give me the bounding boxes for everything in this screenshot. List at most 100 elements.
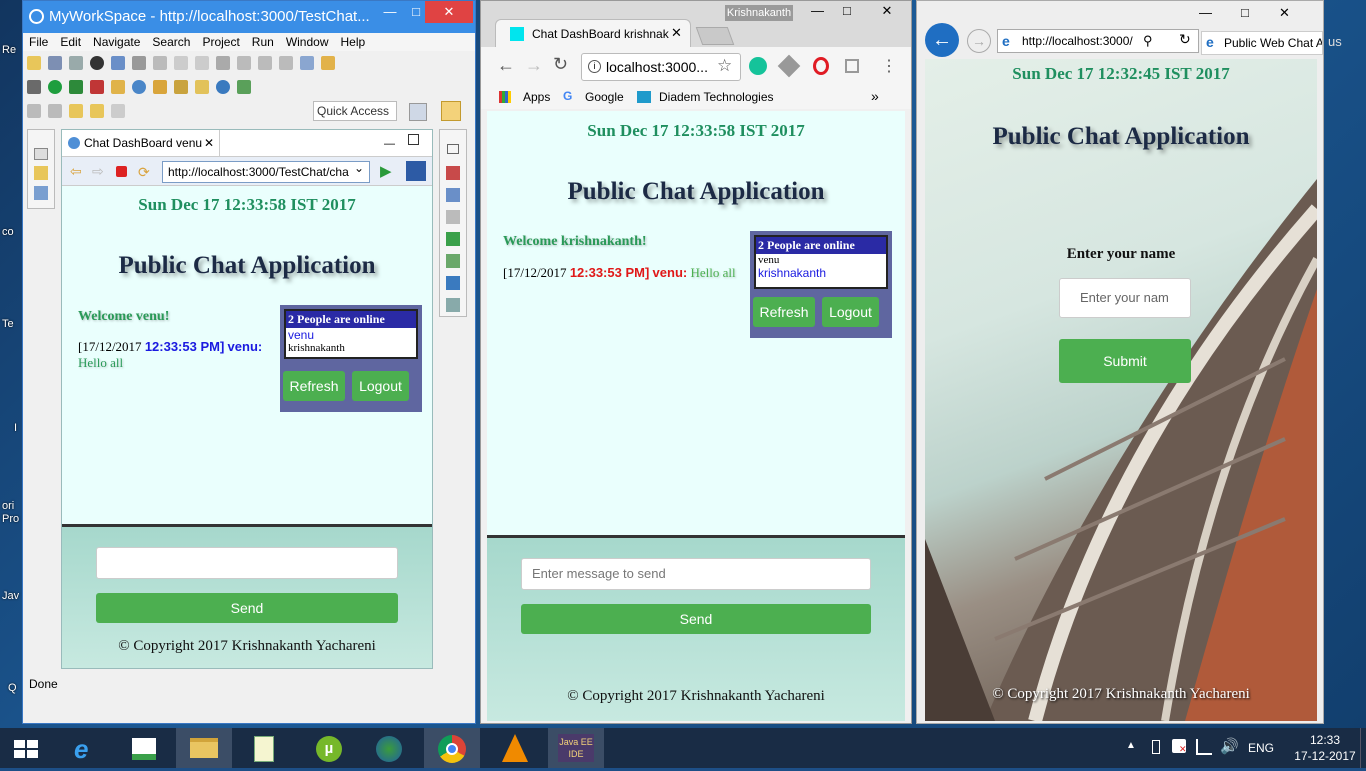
online-user[interactable]: krishnakanth: [756, 266, 886, 280]
console-view-icon[interactable]: [446, 276, 460, 290]
send-button[interactable]: Send: [521, 604, 871, 634]
logout-button[interactable]: Logout: [352, 371, 409, 401]
send-button[interactable]: Send: [96, 593, 398, 623]
profile-icon[interactable]: [90, 56, 104, 70]
open-external-icon[interactable]: [406, 161, 426, 181]
taskbar-ie[interactable]: e: [58, 728, 114, 768]
action-center-icon[interactable]: ✕: [1172, 739, 1187, 754]
desktop-icon-label[interactable]: I: [14, 422, 17, 434]
menu-file[interactable]: File: [23, 33, 54, 51]
restore-icon[interactable]: [447, 144, 459, 154]
new-class-icon[interactable]: [132, 80, 146, 94]
suspend-icon[interactable]: [174, 56, 188, 70]
network-icon[interactable]: [1196, 739, 1212, 755]
properties-icon[interactable]: [446, 188, 460, 202]
search-icon[interactable]: ⚲: [1143, 33, 1153, 49]
taskbar-notepadpp[interactable]: [236, 728, 292, 768]
quick-access-input[interactable]: Quick Access: [313, 101, 397, 121]
url-dropdown-icon[interactable]: ⌄: [354, 161, 364, 175]
bookmark-google[interactable]: Google: [585, 90, 624, 104]
desktop-icon-label[interactable]: Te: [2, 318, 14, 330]
snippets-icon[interactable]: [446, 254, 460, 268]
bookmark-diadem[interactable]: Diadem Technologies: [659, 90, 775, 104]
menu-kebab-icon[interactable]: ⋮: [881, 56, 897, 76]
forward-arrow-icon[interactable]: →: [525, 55, 543, 76]
desktop-icon-label[interactable]: ori Pro: [2, 500, 22, 526]
skip-breakpoints-icon[interactable]: [132, 56, 146, 70]
drop-frame-icon[interactable]: [300, 56, 314, 70]
desktop-icon-label[interactable]: Re: [2, 44, 16, 56]
minimize-button[interactable]: —: [1199, 5, 1212, 20]
next-annotation-icon[interactable]: [27, 104, 41, 118]
back-arrow-icon[interactable]: ←: [497, 55, 515, 76]
step-return-icon[interactable]: [279, 56, 293, 70]
online-user[interactable]: venu: [286, 328, 416, 342]
logout-button[interactable]: Logout: [822, 297, 879, 327]
servers-icon[interactable]: [446, 210, 460, 224]
web-browser-icon[interactable]: [216, 80, 230, 94]
eclipse-titlebar[interactable]: MyWorkSpace - http://localhost:3000/Test…: [23, 1, 475, 33]
close-button[interactable]: ✕: [867, 1, 907, 21]
console-icon[interactable]: [111, 56, 125, 70]
message-input[interactable]: Enter message to send: [521, 558, 871, 590]
open-task-icon[interactable]: [174, 80, 188, 94]
refresh-button[interactable]: Refresh: [283, 371, 345, 401]
taskbar-explorer[interactable]: [176, 728, 232, 768]
show-hidden-icons[interactable]: ▲: [1126, 740, 1136, 751]
browser-tab[interactable]: e Public Web Chat A: [1201, 31, 1323, 55]
minimize-button[interactable]: —: [811, 3, 824, 18]
apps-icon[interactable]: [499, 91, 511, 103]
browser-tab[interactable]: Chat DashBoard krishnak: [495, 19, 691, 47]
minimize-view-icon[interactable]: —: [384, 138, 395, 150]
back-icon[interactable]: [90, 104, 104, 118]
run-icon[interactable]: [48, 80, 62, 94]
go-icon[interactable]: ▶: [380, 162, 392, 180]
submit-button[interactable]: Submit: [1059, 339, 1191, 383]
url-input[interactable]: http://localhost:3000/TestChat/cha: [162, 161, 370, 183]
data-source-icon[interactable]: [446, 232, 460, 246]
editor-tab[interactable]: Chat DashBoard venu ✕: [62, 130, 220, 156]
markers-icon[interactable]: [446, 166, 460, 180]
problems-icon[interactable]: [446, 298, 460, 312]
restore-icon[interactable]: [34, 148, 48, 160]
refresh-button[interactable]: Refresh: [753, 297, 815, 327]
open-folder-icon[interactable]: [153, 80, 167, 94]
maximize-button[interactable]: □: [1241, 5, 1249, 20]
taskbar-idm[interactable]: [360, 728, 416, 768]
taskbar-vlc[interactable]: [486, 728, 542, 768]
battery-icon[interactable]: [1152, 740, 1160, 754]
new-java-project-icon[interactable]: [111, 80, 125, 94]
online-user[interactable]: venu: [756, 254, 886, 266]
open-perspective-icon[interactable]: [409, 103, 427, 121]
java-ee-perspective-icon[interactable]: [441, 101, 461, 121]
taskbar-store[interactable]: [116, 728, 172, 768]
desktop-icon-label[interactable]: Q: [8, 682, 17, 694]
coverage-icon[interactable]: [69, 80, 83, 94]
previous-annotation-icon[interactable]: [48, 104, 62, 118]
forward-arrow-icon[interactable]: →: [967, 29, 991, 53]
debug-icon[interactable]: [27, 80, 41, 94]
bookmark-apps[interactable]: Apps: [523, 90, 550, 104]
message-input[interactable]: [96, 547, 398, 579]
more-bookmarks-icon[interactable]: »: [871, 88, 879, 104]
start-button[interactable]: [0, 728, 56, 768]
search-tools-icon[interactable]: [195, 80, 209, 94]
resume-icon[interactable]: [153, 56, 167, 70]
menu-help[interactable]: Help: [335, 33, 372, 51]
step-over-icon[interactable]: [258, 56, 272, 70]
reload-icon[interactable]: ↻: [553, 54, 568, 75]
save-all-icon[interactable]: [69, 56, 83, 70]
back-arrow-icon[interactable]: ⇦: [70, 163, 82, 180]
forward-icon[interactable]: [111, 104, 125, 118]
last-edit-icon[interactable]: [69, 104, 83, 118]
maximize-button[interactable]: □: [843, 3, 851, 18]
taskbar-chrome[interactable]: [424, 728, 480, 768]
close-button[interactable]: ✕: [1279, 5, 1290, 21]
refresh-icon[interactable]: ⟳: [138, 164, 150, 181]
profile-name[interactable]: Krishnakanth: [725, 5, 793, 21]
run-server-icon[interactable]: [237, 80, 251, 94]
refresh-icon[interactable]: ↻: [1179, 31, 1191, 48]
opera-icon[interactable]: [813, 57, 829, 75]
forward-arrow-icon[interactable]: ⇨: [92, 163, 104, 180]
language-indicator[interactable]: ENG: [1248, 741, 1274, 755]
